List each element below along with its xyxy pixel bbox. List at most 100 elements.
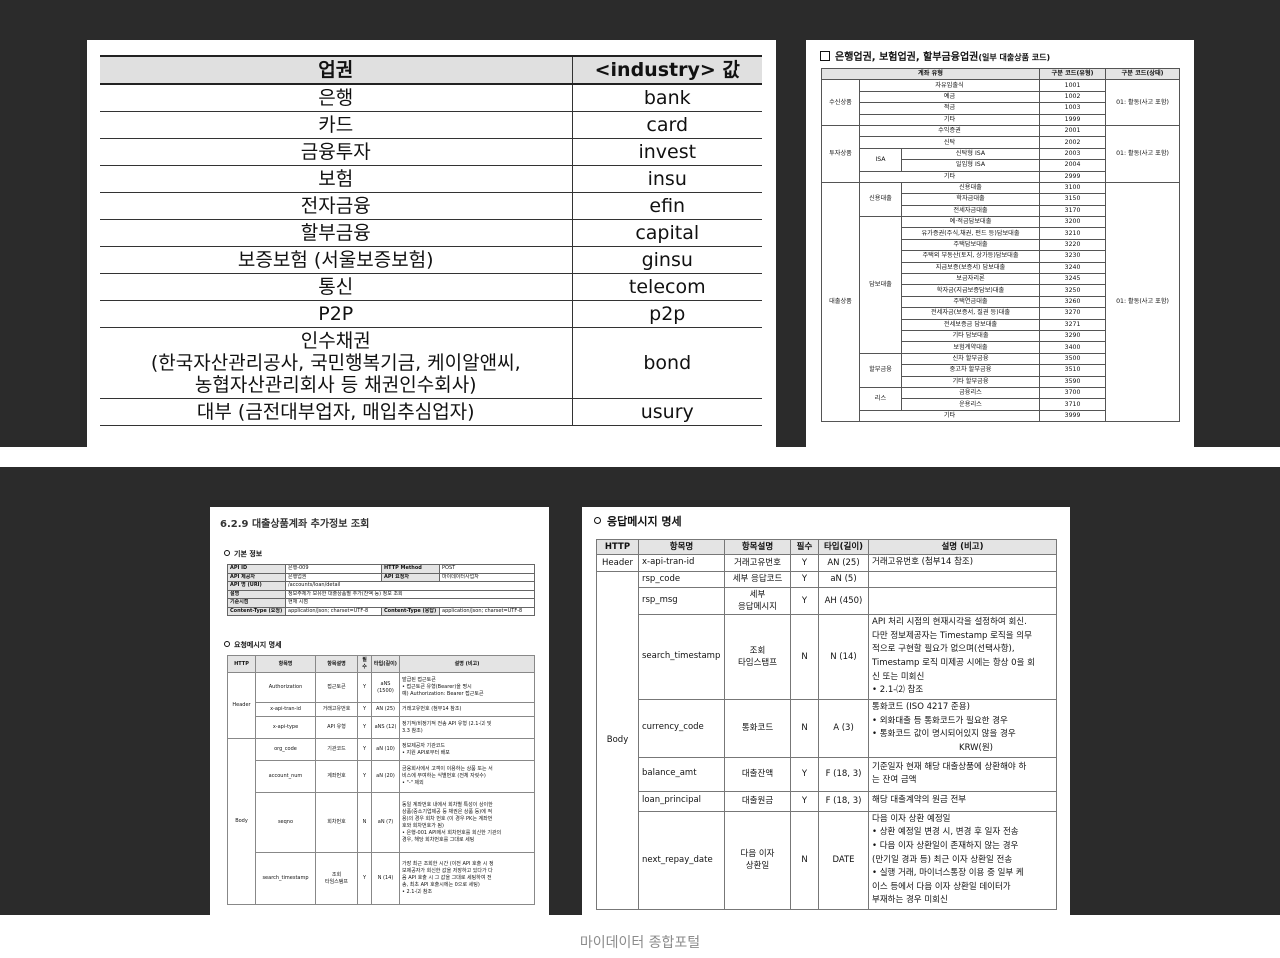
header-name: 항목명	[638, 539, 725, 555]
table-row: 보증보험 (서울보증보험) ginsu	[100, 246, 762, 274]
product-code: 1003	[1039, 102, 1107, 115]
header-desc: 설명 (비고)	[868, 539, 1057, 555]
desc-line: 보제공자가 회신한 값을 저장하고 있다가 다	[402, 868, 493, 874]
field-desc: 금융회사에서 고객이 이용하는 상품 또는 서 비스에 부여하는 식별번호 (전체…	[399, 760, 535, 793]
desc-line: 음 API 호출 시 그 값을 그대로 세팅하여 전	[402, 875, 492, 881]
basic-key: API 제공자	[227, 572, 286, 582]
table-header-row: 업권 <industry> 값	[100, 55, 762, 85]
product-code: 3290	[1039, 329, 1107, 343]
request-spec-title-text: 요청메시지 명세	[234, 641, 282, 649]
basic-key: Content-Type (요청)	[227, 606, 286, 616]
desc-line: • "-" 제외	[402, 780, 424, 786]
field-name: x-api-tran-id	[638, 554, 725, 572]
product-code: 3240	[1039, 261, 1107, 275]
industry-name: 인수채권 (한국자산관리공사, 국민행복기금, 케이알앤씨, 농협자산관리회사 …	[100, 327, 573, 399]
product-name: 보금자리론	[900, 273, 1041, 286]
field-required: Y	[790, 570, 819, 589]
desc-line: • 은행-001 API에서 회차번호를 회신한 기관의	[402, 829, 502, 836]
field-type: N (14)	[371, 852, 400, 905]
field-label: 대출잔액	[724, 756, 791, 792]
field-desc: 해당 대출계약의 원금 전부	[868, 790, 1057, 812]
field-desc: 거래고유번호 (첨부14 참조)	[399, 702, 535, 717]
industry-value: capital	[572, 219, 762, 247]
field-type: aNS (12)	[371, 716, 400, 739]
product-name: 기타	[858, 170, 1041, 183]
desc-line: 경우, 해당 회차번호를 그대로 세팅	[402, 836, 475, 843]
field-name: rsp_msg	[638, 587, 725, 616]
product-name: 지급보증(보증서) 담보대출	[900, 261, 1041, 275]
header-type: 타입(길이)	[818, 539, 869, 555]
product-code: 2999	[1039, 170, 1107, 183]
group-body: Body	[596, 570, 639, 910]
field-required: N	[790, 810, 819, 910]
field-type: aN (5)	[818, 570, 869, 589]
field-label: 조회 타임스탬프	[315, 852, 358, 905]
field-name: account_num	[255, 760, 316, 793]
response-spec-title: 응답메시지 명세	[594, 513, 682, 529]
field-required: Y	[357, 760, 372, 793]
industry-name: P2P	[100, 300, 573, 328]
header-http: HTTP	[227, 655, 256, 673]
product-code: 3210	[1039, 227, 1107, 240]
product-name: 자유입출식	[858, 79, 1041, 92]
field-required: Y	[357, 852, 372, 905]
field-label: 세부 응답코드	[724, 570, 791, 589]
field-type: DATE	[818, 810, 869, 910]
desc-line: • 지원 API로부터 배포	[402, 749, 450, 756]
product-code-table: 계좌 유형 구분 코드(유형) 구분 코드(상태) 수신상품 자유입출식 100…	[820, 67, 1181, 423]
field-name: Authorization	[255, 672, 316, 703]
field-required: Y	[357, 716, 372, 739]
field-name: seqno	[255, 792, 316, 853]
product-name: 수익증권	[858, 124, 1041, 138]
table-row: x-api-tran-id 거래고유번호 Y AN (25) 거래고유번호 (첨…	[228, 702, 535, 717]
desc-line: • 접근토큰 유형(Bearer)을 명시	[402, 684, 472, 690]
industry-value: invest	[572, 138, 762, 166]
field-desc: 동일 계좌번호 내에서 회차별 특성이 상이한 상품(중소기업제공 등 채권은 상…	[399, 792, 535, 853]
product-name: 신탁형 ISA	[900, 147, 1041, 161]
product-name: 기타 할부금융	[900, 375, 1041, 388]
desc-line: • 상환 예정일 변경 시, 변경 후 일자 전송	[872, 827, 1019, 838]
label-line: 타임스탬프	[324, 878, 348, 885]
table-row: 통신 telecom	[100, 273, 762, 301]
product-code: 3590	[1039, 375, 1107, 388]
desc-line: 상품(중소기업제공 등 채권은 상품 등)에 적	[402, 808, 493, 815]
product-code: 1001	[1039, 79, 1107, 92]
desc-line: 정보제공자 기관코드	[402, 742, 445, 749]
product-name: 중고차 할부금융	[900, 364, 1041, 377]
table-row: P2P p2p	[100, 300, 762, 328]
group-body: Body	[227, 738, 256, 905]
table-header-row: 계좌 유형 구분 코드(유형) 구분 코드(상태)	[820, 67, 1181, 81]
industry-value: ginsu	[572, 246, 762, 274]
basic-value: 정보주체가 보유한 대출상품별 추가(잔액 등) 정보 조회	[285, 589, 535, 599]
group-deposit: 수신상품	[821, 79, 860, 126]
product-code: 3260	[1039, 295, 1107, 309]
table-row: 대부 (금전대부업자, 매입추심업자) usury	[100, 398, 762, 426]
desc-line: 기준일자 현재 해당 대출상품에 상환해야 하	[872, 761, 1027, 772]
field-required: Y	[357, 672, 372, 703]
field-name: org_code	[255, 738, 316, 761]
product-code: 1999	[1039, 113, 1107, 126]
product-code: 3510	[1039, 364, 1107, 377]
group-secured: 담보대출	[859, 216, 902, 354]
group-header: Header	[596, 554, 639, 572]
header-account-type: 계좌 유형	[820, 67, 1041, 81]
group-installment: 할부금융	[859, 352, 902, 388]
field-label: API 유형	[315, 716, 358, 739]
industry-name: 카드	[100, 111, 573, 139]
header-industry: 업권	[100, 55, 573, 85]
industry-value: bond	[572, 327, 762, 399]
api-spec-request-document: 6.2.9 대출상품계좌 추가정보 조회 기본 정보 API ID 은행-009 H…	[210, 507, 549, 915]
desc-line: 적으로 구현할 필요가 없으며(선택사항),	[872, 644, 1015, 655]
basic-value: application/json; charset=UTF-8	[439, 606, 535, 616]
field-type: aNS (1500)	[371, 672, 400, 703]
product-code: 3220	[1039, 238, 1107, 252]
table-row: rsp_msg 세부 응답메시지 Y AH (450)	[597, 587, 1057, 616]
table-row: 전자금융 efin	[100, 192, 762, 220]
field-required: Y	[357, 738, 372, 761]
product-code: 3999	[1039, 409, 1107, 423]
basic-key: HTTP Method	[381, 564, 440, 574]
industry-name: 금융투자	[100, 138, 573, 166]
basic-info-title-text: 기본 정보	[234, 550, 263, 558]
product-code: 3271	[1039, 318, 1107, 332]
header-label: 항목설명	[724, 539, 791, 555]
